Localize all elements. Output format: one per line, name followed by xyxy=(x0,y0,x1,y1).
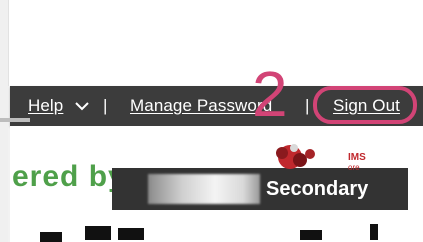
partial-heading-glyphs xyxy=(40,224,378,242)
header-white-area xyxy=(8,0,423,86)
manage-password-link[interactable]: Manage Password xyxy=(130,96,272,116)
nav-separator: | xyxy=(103,96,108,115)
screenshot-page: Help | Manage Password | Sign Out 2 ered… xyxy=(0,0,423,242)
powered-by-text: ered by xyxy=(12,160,126,193)
divider-line xyxy=(0,118,30,122)
logo-text: IMS xyxy=(348,152,366,163)
help-menu-link[interactable]: Help xyxy=(28,96,63,116)
chevron-down-icon[interactable] xyxy=(74,98,90,114)
highlight-ring-annotation xyxy=(313,86,417,124)
step-number-annotation: 2 xyxy=(252,58,288,130)
nav-separator: | xyxy=(305,96,310,115)
brand-logo-icon xyxy=(276,144,315,169)
secondary-label: Secondary xyxy=(266,178,369,200)
redacted-logo-image xyxy=(148,174,260,204)
logo-subtext: ore xyxy=(348,163,360,172)
